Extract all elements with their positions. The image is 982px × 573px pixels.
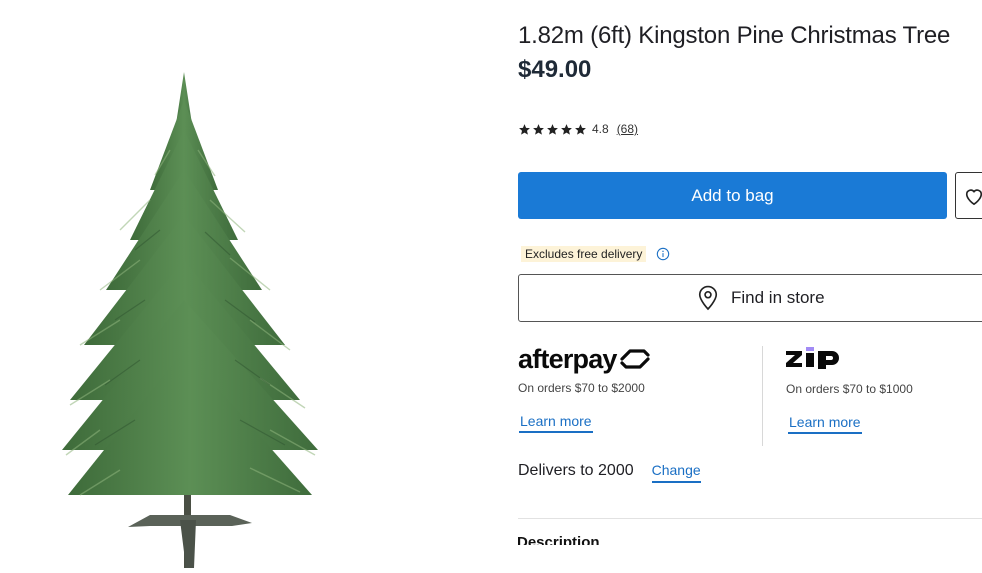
map-pin-icon: [698, 285, 718, 311]
zip-section: zip On orders $70 to $1000 Learn more: [786, 347, 913, 434]
zip-logo: [786, 347, 839, 369]
product-price: $49.00: [518, 56, 592, 83]
star-icon: [575, 123, 586, 135]
zip-learn-more-link[interactable]: Learn more: [788, 414, 862, 434]
afterpay-section: afterpay On orders $70 to $2000 Learn mo…: [518, 343, 758, 433]
description-heading[interactable]: Description: [517, 534, 600, 545]
product-image[interactable]: [0, 0, 480, 573]
zip-subtitle: On orders $70 to $1000: [786, 382, 913, 396]
rating-count-link[interactable]: (68): [617, 122, 638, 136]
christmas-tree-image: [62, 72, 318, 568]
find-in-store-label: Find in store: [731, 288, 825, 307]
afterpay-logo: afterpay: [518, 343, 758, 375]
product-title: 1.82m (6ft) Kingston Pine Christmas Tree: [518, 22, 951, 49]
star-icon: [561, 123, 572, 135]
star-icon: [547, 123, 558, 135]
wishlist-button[interactable]: [955, 172, 982, 219]
heart-icon: [965, 189, 982, 206]
payment-divider: [762, 346, 763, 446]
section-divider: [518, 518, 982, 519]
find-in-store-button[interactable]: Find in store: [518, 274, 982, 322]
rating-score: 4.8: [592, 122, 609, 136]
star-icon: [519, 123, 530, 135]
afterpay-subtitle: On orders $70 to $2000: [518, 381, 645, 395]
add-to-bag-button[interactable]: Add to bag: [518, 172, 947, 219]
rating-stars: [518, 123, 587, 136]
star-icon: [533, 123, 544, 135]
afterpay-logo-text: afterpay: [518, 343, 617, 374]
excludes-free-delivery-badge: Excludes free delivery: [521, 246, 647, 262]
change-postcode-link[interactable]: Change: [651, 462, 701, 483]
delivery-location: Delivers to 2000 Change: [518, 462, 701, 483]
afterpay-learn-more-link[interactable]: Learn more: [519, 413, 593, 433]
delivers-to-label: Delivers to 2000: [518, 462, 634, 479]
afterpay-arrows-icon: [620, 349, 650, 369]
delivery-note: Excludes free delivery: [521, 246, 670, 262]
product-rating[interactable]: 4.8 (68): [518, 122, 638, 136]
info-icon[interactable]: [656, 247, 670, 261]
